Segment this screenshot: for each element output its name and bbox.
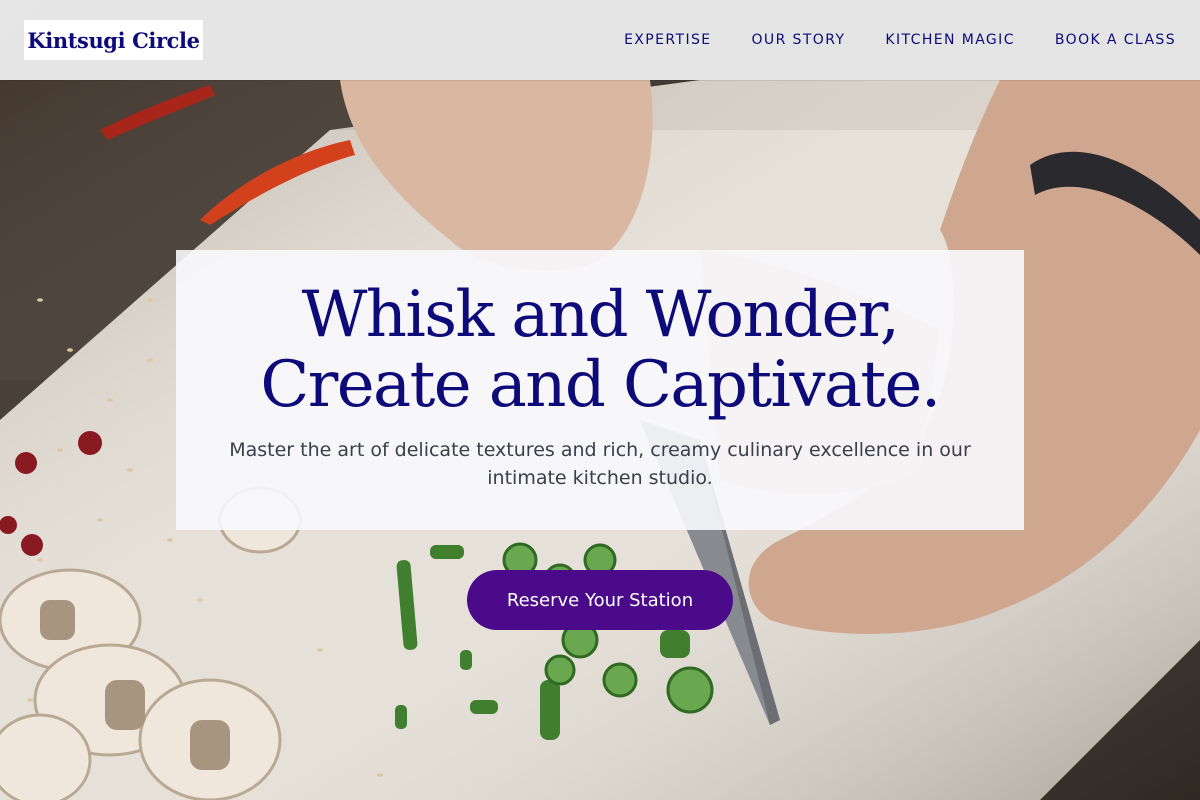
hero-title: Whisk and Wonder, Create and Captivate. — [260, 278, 941, 422]
hero-card: Whisk and Wonder, Create and Captivate. … — [176, 250, 1024, 530]
nav-link-book-a-class[interactable]: BOOK A CLASS — [1055, 32, 1176, 48]
main-nav: EXPERTISE OUR STORY KITCHEN MAGIC BOOK A… — [624, 0, 1176, 80]
nav-link-expertise[interactable]: EXPERTISE — [624, 32, 711, 48]
reserve-station-button[interactable]: Reserve Your Station — [467, 570, 733, 630]
hero-subtitle: Master the art of delicate textures and … — [229, 439, 971, 489]
site-header: Kintsugi Circle EXPERTISE OUR STORY KITC… — [0, 0, 1200, 80]
brand-name: Kintsugi Circle — [27, 27, 200, 53]
nav-link-our-story[interactable]: OUR STORY — [752, 32, 846, 48]
nav-link-kitchen-magic[interactable]: KITCHEN MAGIC — [885, 32, 1014, 48]
brand-logo[interactable]: Kintsugi Circle — [24, 20, 203, 60]
